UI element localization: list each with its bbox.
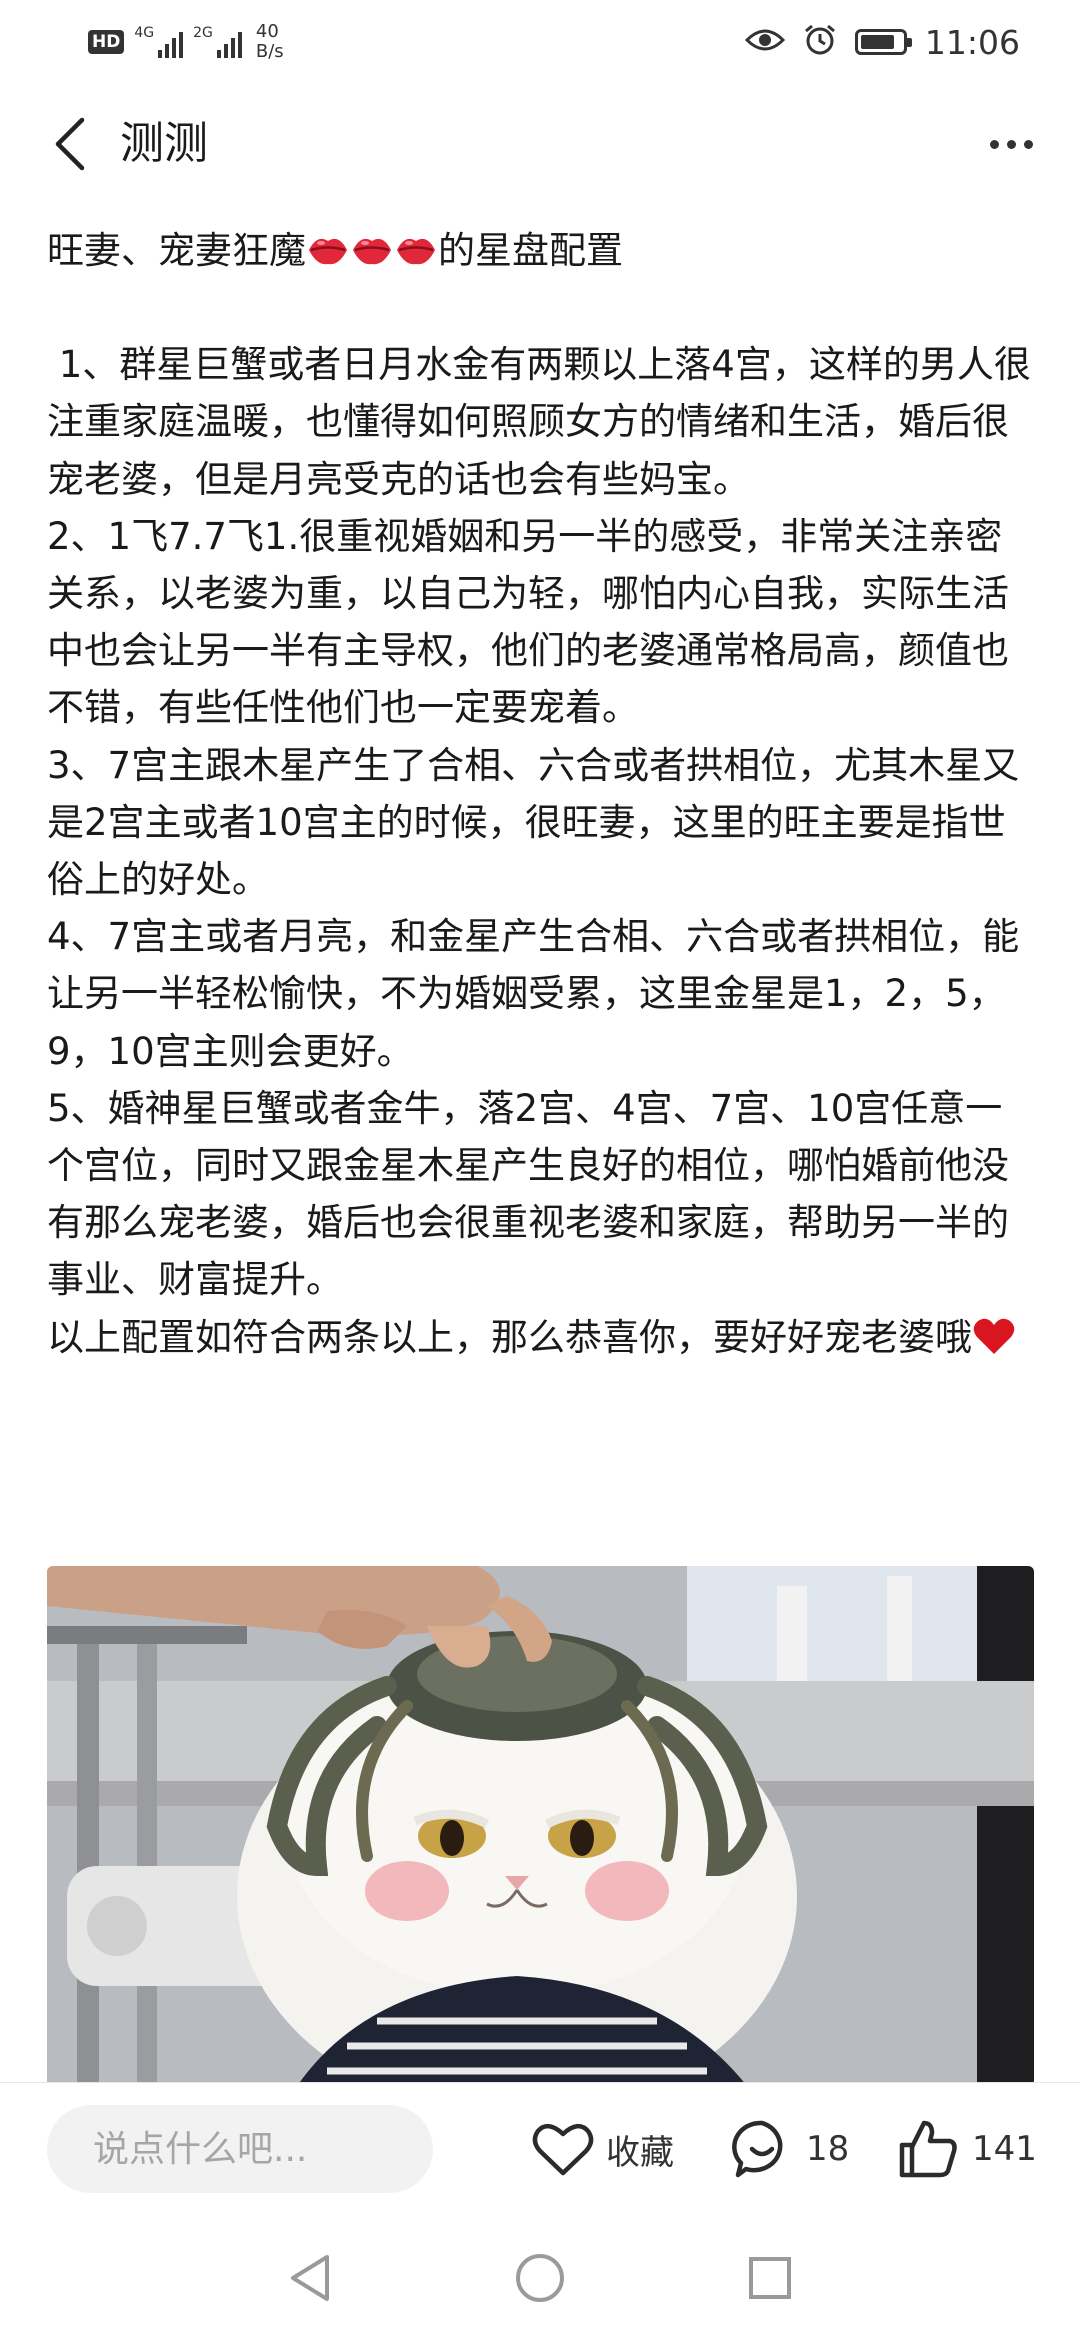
article-paragraph: 1、群星巨蟹或者日月水金有两颗以上落4宫，这样的男人很注重家庭温暖，也懂得如何照… (47, 343, 1031, 501)
signal-bars-icon (158, 28, 184, 58)
back-arrow-icon (55, 117, 85, 171)
square-recents-icon (749, 2257, 791, 2299)
comment-button[interactable]: 18 (730, 2109, 849, 2189)
headline-text-start: 旺妻、宠妻狂魔 (47, 229, 306, 272)
sim1-signal: 4G (134, 25, 184, 58)
lips-emoji-icon (307, 228, 349, 266)
top-navigation: 测测 (0, 84, 1080, 204)
status-right: 11:06 (744, 14, 1020, 70)
bottom-action-bar: 收藏 18 141 (0, 2082, 1080, 2219)
eye-icon (744, 26, 786, 58)
article-paragraph: 2、1飞7.7飞1.很重视婚姻和另一半的感受，非常关注亲密关系，以老婆为重，以自… (47, 514, 1009, 730)
comment-bubble-icon (732, 2120, 783, 2178)
more-dot (1023, 139, 1033, 149)
sim2-signal: 2G (193, 26, 242, 58)
cat-with-crab-photo (47, 1566, 1034, 2086)
system-recents-button[interactable] (740, 2248, 800, 2308)
favorite-label: 收藏 (606, 2132, 674, 2173)
like-button[interactable]: 141 (896, 2109, 1037, 2189)
hd-badge: HD (88, 30, 125, 54)
network-speed-unit: B/s (255, 41, 284, 62)
sim1-network-type: 4G (134, 25, 155, 41)
article-closing: 以上配置如符合两条以上，那么恭喜你，要好好宠老婆哦 (47, 1309, 1032, 1366)
network-speed: 40 B/s (256, 22, 284, 62)
clock: 11:06 (924, 22, 1020, 62)
article-paragraph: 3、7宫主跟木星产生了合相、六合或者拱相位，尤其木星又是2宫主或者10宫主的时候… (47, 743, 1020, 902)
triangle-back-icon (291, 2255, 329, 2301)
article-paragraph: 5、婚神星巨蟹或者金牛，落2宫、4宫、7宫、10宫任意一个宫位，同时又跟金星木星… (47, 1086, 1009, 1302)
more-dot (1006, 139, 1016, 149)
more-options-button[interactable] (976, 114, 1046, 174)
sim2-network-type: 2G (193, 25, 213, 41)
circle-home-icon (516, 2254, 564, 2302)
article-paragraph: 4、7宫主或者月亮，和金星产生合相、六合或者拱相位，能让另一半轻松愉快，不为婚姻… (47, 915, 1020, 1073)
battery-icon (854, 29, 912, 55)
like-count: 141 (972, 2129, 1037, 2169)
comment-input[interactable] (47, 2105, 433, 2193)
system-back-button[interactable] (280, 2248, 340, 2308)
thumbs-up-icon (899, 2120, 957, 2178)
closing-text: 以上配置如符合两条以上，那么恭喜你，要好好宠老婆哦 (47, 1315, 972, 1359)
status-bar: HD 4G 2G 40 B/s 11:06 (0, 0, 1080, 84)
lips-emoji-icon (351, 228, 393, 266)
more-dot (989, 139, 999, 149)
system-navigation-bar (0, 2218, 1080, 2340)
page-title: 测测 (120, 118, 208, 169)
heart-outline-icon (532, 2124, 594, 2176)
back-button[interactable] (40, 112, 100, 176)
post-image[interactable] (47, 1566, 1034, 2086)
article-headline: 旺妻、宠妻狂魔 的星盘配置 (47, 222, 1032, 279)
signal-bars-icon (216, 28, 242, 58)
comment-count: 18 (806, 2129, 850, 2169)
headline-text-end: 的星盘配置 (438, 229, 623, 272)
status-left: HD 4G 2G 40 B/s (88, 18, 284, 66)
network-speed-value: 40 (255, 21, 279, 42)
system-home-button[interactable] (510, 2248, 570, 2308)
lips-emoji-icon (395, 228, 437, 266)
alarm-icon (803, 23, 837, 61)
red-heart-emoji-icon (972, 1315, 1016, 1355)
article-body: 旺妻、宠妻狂魔 的星盘配置 1、群星巨蟹或者日月水金有两颗以上落4宫，这样的男人很… (47, 222, 1032, 1366)
favorite-button[interactable]: 收藏 (532, 2109, 674, 2189)
